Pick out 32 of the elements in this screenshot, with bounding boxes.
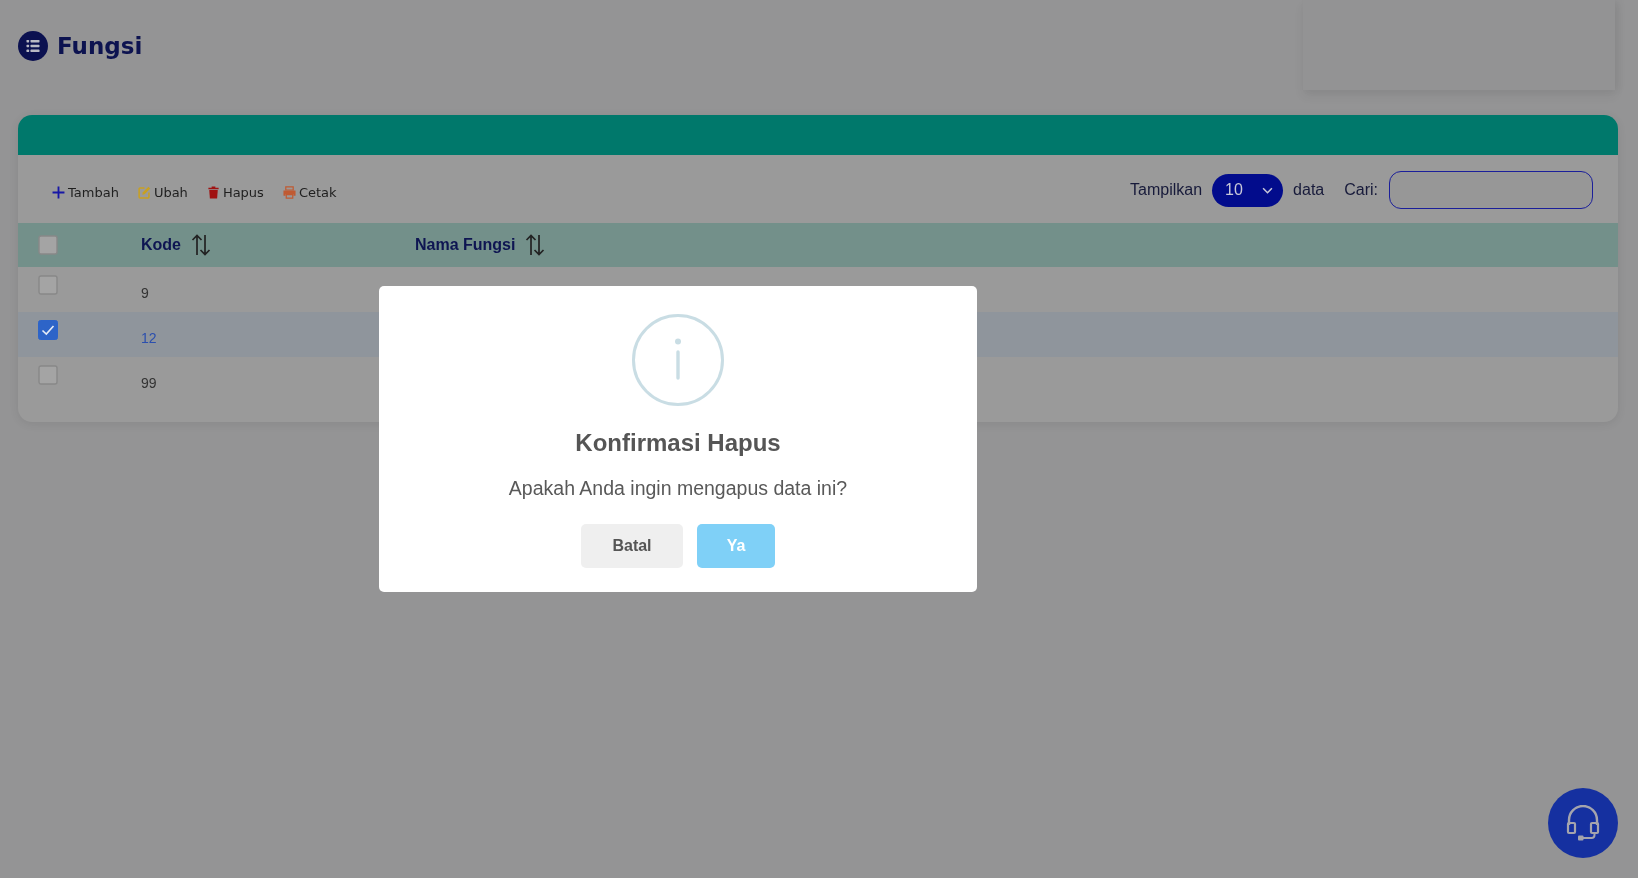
edit-icon (137, 186, 151, 199)
cancel-button[interactable]: Batal (581, 524, 683, 568)
page-title: Fungsi (57, 32, 143, 61)
checkbox[interactable] (38, 320, 58, 340)
page-size-select[interactable]: 10 (1212, 173, 1284, 207)
edit-button[interactable]: Ubah (137, 185, 188, 200)
sort-icon[interactable] (525, 234, 546, 256)
code-cell: 12 (141, 329, 157, 346)
checkbox[interactable] (38, 365, 58, 385)
column-header[interactable]: Kode (141, 236, 181, 254)
sort-icon[interactable] (191, 234, 211, 256)
trash-icon (206, 186, 220, 199)
code-cell: 9 (141, 284, 149, 301)
dialog-message: Apakah Anda ingin mengapus data ini? (508, 476, 848, 500)
headset-icon (1566, 805, 1600, 841)
plus-icon (52, 186, 65, 199)
chevron-down-icon (1262, 186, 1274, 194)
add-button[interactable]: Tambah (52, 185, 119, 200)
column-header[interactable]: Nama Fungsi (415, 236, 516, 254)
list-icon (18, 31, 48, 61)
printer-icon (282, 186, 296, 199)
info-icon (632, 314, 724, 406)
checkbox[interactable] (38, 235, 58, 255)
page-size-label: Tampilkan (1130, 181, 1203, 199)
page-size-suffix: data (1293, 181, 1325, 199)
search-field[interactable] (1389, 171, 1593, 209)
checkbox[interactable] (38, 275, 58, 295)
search-label: Cari: (1344, 181, 1378, 199)
code-cell: 99 (141, 374, 157, 391)
dialog-title: Konfirmasi Hapus (575, 428, 781, 458)
delete-button[interactable]: Hapus (206, 185, 264, 200)
print-button[interactable]: Cetak (282, 185, 337, 200)
